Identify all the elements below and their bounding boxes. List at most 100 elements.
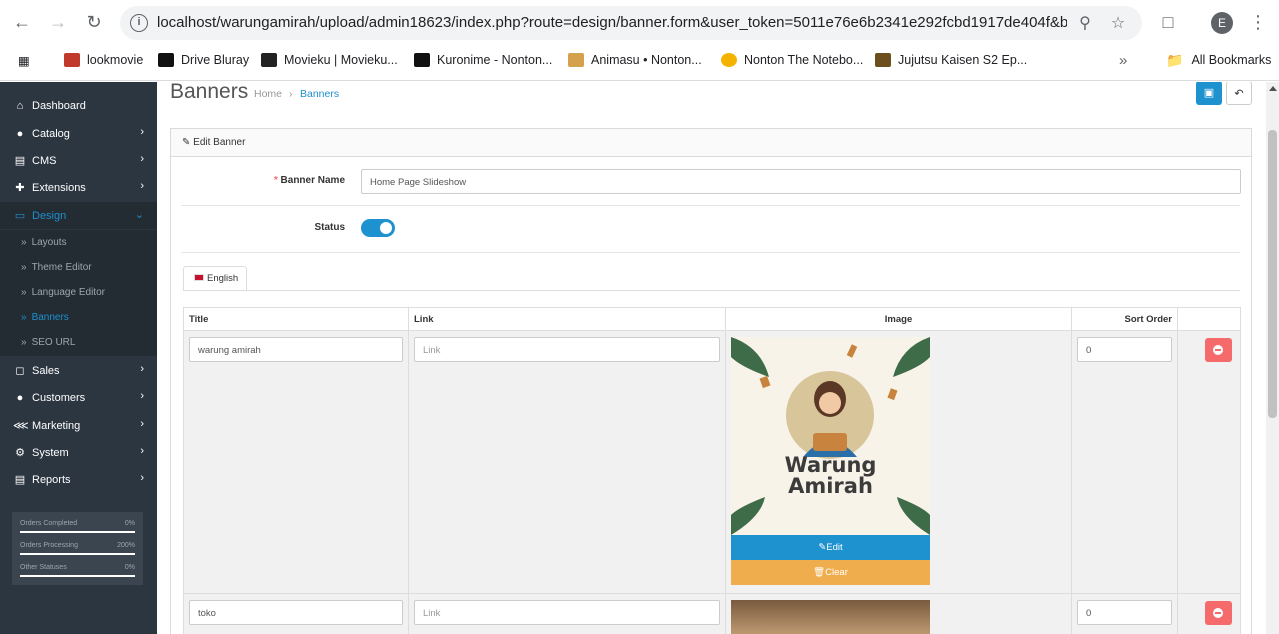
breadcrumb-home[interactable]: Home — [254, 88, 282, 100]
divider — [181, 252, 1240, 253]
zoom-search-icon[interactable]: ⚲ — [1075, 14, 1095, 34]
banner-name-input[interactable]: Home Page Slideshow — [361, 169, 1241, 194]
sidebar-item-label: Dashboard — [32, 99, 86, 112]
col-link: Link — [408, 307, 726, 331]
minus-circle-icon — [1213, 345, 1223, 355]
save-button[interactable]: ▣ — [1196, 82, 1222, 105]
bookmark-kuronime[interactable]: Kuronime - Nonton... — [414, 51, 552, 69]
all-bookmarks-label: All Bookmarks — [1191, 53, 1272, 67]
panel-title: Edit Banner — [193, 137, 246, 148]
sidebar-item-label: Marketing — [32, 419, 81, 432]
banner-thumbnail[interactable] — [731, 600, 930, 634]
sidebar-item-label: Catalog — [32, 127, 70, 140]
bookmark-jujutsu[interactable]: Jujutsu Kaisen S2 Ep... — [875, 51, 1027, 69]
sidebar-item-label: Sales — [32, 364, 60, 377]
double-chevron-icon: » — [21, 237, 27, 248]
breadcrumb-banners[interactable]: Banners — [300, 88, 339, 100]
bookmark-star-icon[interactable]: ☆ — [1108, 14, 1128, 34]
gear-icon: ⚙ — [15, 447, 25, 459]
back-icon[interactable]: ← — [8, 8, 36, 36]
stat-value: 0% — [124, 564, 135, 571]
site-info-icon[interactable]: i — [130, 14, 148, 32]
bookmark-label: Jujutsu Kaisen S2 Ep... — [898, 53, 1028, 67]
sidebar-item-label: Extensions — [32, 181, 86, 194]
chevron-right-icon: › — [140, 472, 144, 484]
warung-amirah-logo — [731, 337, 930, 535]
pencil-icon: ✎ — [182, 137, 191, 148]
url-text[interactable]: localhost/warungamirah/upload/admin18623… — [157, 14, 1067, 31]
chevron-right-icon: › — [140, 126, 144, 138]
menu-dots-icon[interactable]: ⋮ — [1246, 10, 1270, 34]
sort-order-input[interactable]: 0 — [1077, 337, 1172, 362]
trash-icon: 🗑 — [813, 567, 826, 578]
image-cell — [725, 593, 1072, 634]
bookmark-label: Drive Bluray — [181, 53, 250, 67]
back-button[interactable]: ↶ — [1226, 82, 1252, 105]
tab-english[interactable]: English — [183, 266, 247, 291]
sidebar-subitem-theme-editor[interactable]: » Theme Editor — [0, 255, 157, 280]
bookmark-notebook[interactable]: Nonton The Notebo... — [721, 51, 863, 69]
chevron-down-icon: ⌄ — [134, 209, 144, 221]
sidebar-item-dashboard[interactable]: ⌂ Dashboard — [0, 92, 157, 119]
sidebar-subitem-seo-url[interactable]: » SEO URL — [0, 330, 157, 355]
kuronime-favicon-icon — [414, 53, 430, 67]
sidebar-subitem-banners[interactable]: » Banners — [0, 305, 157, 330]
remove-row-button[interactable] — [1205, 338, 1232, 362]
uk-flag-icon — [194, 274, 204, 281]
banner-thumbnail[interactable]: Warung Amirah — [731, 337, 930, 535]
status-toggle[interactable] — [361, 219, 395, 237]
bookmark-drive-bluray[interactable]: Drive Bluray — [158, 51, 249, 69]
apps-grid-icon[interactable]: ▦ — [18, 51, 30, 69]
page-scrollbar[interactable] — [1266, 82, 1279, 634]
sidebar-item-cms[interactable]: ▤ CMS › — [0, 147, 157, 174]
browser-chrome: ← → ↻ i localhost/warungamirah/upload/ad… — [0, 0, 1279, 81]
sidebar-subitem-label: Banners — [31, 312, 69, 323]
edit-image-button[interactable]: ✎Edit — [731, 535, 930, 560]
sidebar-item-reports[interactable]: ▤ Reports › — [0, 466, 157, 493]
sort-order-input[interactable]: 0 — [1077, 600, 1172, 625]
stat-other-statuses: Other Statuses 0% — [20, 560, 135, 582]
sidebar-subitem-label: Theme Editor — [31, 262, 92, 273]
sidebar-item-extensions[interactable]: ✚ Extensions › — [0, 174, 157, 201]
link-input[interactable]: Link — [414, 600, 720, 625]
reload-icon[interactable]: ↻ — [80, 8, 108, 36]
chart-icon: ▤ — [14, 474, 26, 486]
title-input[interactable]: toko — [189, 600, 403, 625]
puzzle-icon: ✚ — [15, 182, 25, 194]
sidebar-item-system[interactable]: ⚙ System › — [0, 439, 157, 466]
scroll-thumb[interactable] — [1268, 130, 1277, 418]
image-cell: Warung Amirah ✎Edit 🗑Clear — [725, 330, 1072, 594]
sidebar-subitem-label: Language Editor — [31, 287, 105, 298]
link-input[interactable]: Link — [414, 337, 720, 362]
sidebar-item-customers[interactable]: ● Customers › — [0, 384, 157, 411]
forward-icon[interactable]: → — [44, 8, 72, 36]
monitor-icon: ▭ — [14, 210, 26, 222]
stat-value: 200% — [117, 542, 135, 549]
sidebar-item-catalog[interactable]: ● Catalog › — [0, 120, 157, 147]
more-bookmarks-icon[interactable]: » — [1119, 51, 1127, 69]
bookmark-animasu[interactable]: Animasu • Nonton... — [568, 51, 702, 69]
edit-label: Edit — [826, 542, 843, 553]
sidebar-subitem-language-editor[interactable]: » Language Editor — [0, 280, 157, 305]
sidebar-item-marketing[interactable]: ⋘ Marketing › — [0, 412, 157, 439]
main-content: Banners Home › Banners ▣ ↶ ✎ Edit Banner… — [157, 82, 1266, 634]
all-bookmarks[interactable]: 📁 All Bookmarks — [1166, 51, 1271, 69]
extensions-icon[interactable]: □ — [1156, 10, 1180, 34]
stat-orders-processing: Orders Processing 200% — [20, 538, 135, 560]
sidebar-item-design[interactable]: ▭ Design ⌄ — [0, 202, 157, 229]
chevron-right-icon: › — [140, 390, 144, 402]
profile-avatar[interactable]: E — [1211, 12, 1233, 34]
bookmark-movieku[interactable]: Movieku | Movieku... — [261, 51, 398, 69]
address-bar[interactable]: i localhost/warungamirah/upload/admin186… — [120, 6, 1142, 40]
scroll-up-arrow-icon[interactable] — [1269, 86, 1277, 91]
bookmark-lookmovie[interactable]: lookmovie — [64, 51, 143, 69]
sidebar-item-sales[interactable]: ◻ Sales › — [0, 357, 157, 384]
newspaper-icon: ▤ — [14, 155, 26, 167]
design-submenu: » Layouts » Theme Editor » Language Editor … — [0, 230, 157, 356]
remove-row-button[interactable] — [1205, 601, 1232, 625]
clear-image-button[interactable]: 🗑Clear — [731, 560, 930, 585]
minus-circle-icon — [1213, 608, 1223, 618]
edit-banner-panel: ✎ Edit Banner * Banner Name Home Page Sl… — [170, 128, 1252, 634]
sidebar-subitem-layouts[interactable]: » Layouts — [0, 230, 157, 255]
title-input[interactable]: warung amirah — [189, 337, 403, 362]
